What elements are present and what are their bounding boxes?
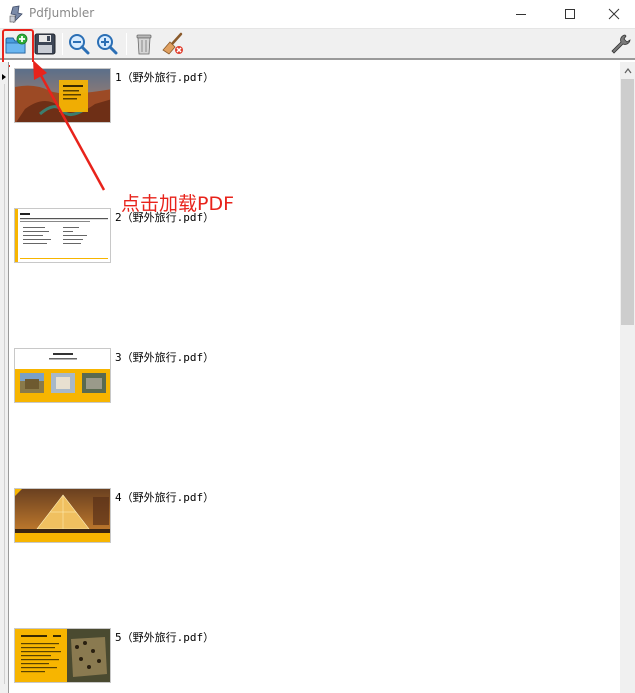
close-button[interactable] (591, 0, 635, 28)
open-file-button[interactable] (4, 31, 30, 57)
maximize-icon (565, 9, 575, 19)
zoom-out-button[interactable] (66, 31, 92, 57)
list-item[interactable]: 2（野外旅行.pdf） (14, 204, 574, 264)
scroll-up-button[interactable] (620, 62, 635, 79)
broom-icon (162, 32, 183, 55)
page-thumbnail[interactable] (14, 68, 111, 123)
page-thumbnail[interactable] (14, 348, 111, 403)
save-button[interactable] (32, 31, 58, 57)
list-item[interactable]: 1（野外旅行.pdf） (14, 64, 574, 124)
page-label: 3（野外旅行.pdf） (115, 351, 215, 364)
leopard-thumbnail-image (15, 629, 110, 682)
delete-button[interactable] (131, 31, 157, 57)
minimize-button[interactable] (498, 0, 544, 28)
maximize-button[interactable] (547, 0, 593, 28)
toolbar-separator (62, 33, 63, 55)
zoom-in-button[interactable] (94, 31, 120, 57)
minimize-icon (516, 14, 526, 15)
gutter-divider (4, 84, 5, 684)
wrench-icon (611, 34, 631, 54)
page-label: 4（野外旅行.pdf） (115, 491, 215, 504)
window-title: PdfJumbler (29, 6, 95, 20)
list-item[interactable]: 3（野外旅行.pdf） (14, 344, 574, 404)
vertical-scrollbar[interactable] (620, 62, 635, 693)
chevron-up-icon (624, 67, 631, 73)
annotation-label: 点击加载PDF (121, 193, 235, 215)
page-thumbnail[interactable] (14, 488, 111, 543)
settings-button[interactable] (608, 31, 634, 57)
title-bar: PdfJumbler (0, 0, 635, 28)
toolbar-separator (126, 33, 127, 55)
three-photos-thumbnail-image (15, 349, 110, 402)
floppy-disk-icon (34, 33, 56, 55)
canyon-thumbnail-image (15, 69, 110, 122)
clear-button[interactable] (160, 31, 186, 57)
close-icon (608, 8, 620, 20)
pyramid-thumbnail-image (15, 489, 110, 542)
page-thumbnail[interactable] (14, 208, 111, 263)
zoom-in-icon (97, 34, 118, 55)
app-logo-icon (9, 5, 23, 23)
page-label: 5（野外旅行.pdf） (115, 631, 215, 644)
list-item[interactable]: 4（野外旅行.pdf） (14, 484, 574, 544)
left-gutter (0, 62, 9, 693)
page-thumbnail[interactable] (14, 628, 111, 683)
page-list[interactable]: 1（野外旅行.pdf） 2（野外旅行.pdf） 3（野外旅行.pdf） 4（野外… (10, 62, 620, 693)
list-item[interactable]: 5（野外旅行.pdf） (14, 624, 574, 684)
page-label: 1（野外旅行.pdf） (115, 71, 215, 84)
insert-marker-icon (2, 74, 6, 80)
text-document-thumbnail-image (15, 209, 110, 262)
toolbar (0, 28, 635, 60)
folder-add-icon (5, 33, 28, 54)
scrollbar-thumb[interactable] (621, 79, 634, 325)
trash-icon (136, 34, 152, 55)
zoom-out-icon (69, 34, 90, 55)
